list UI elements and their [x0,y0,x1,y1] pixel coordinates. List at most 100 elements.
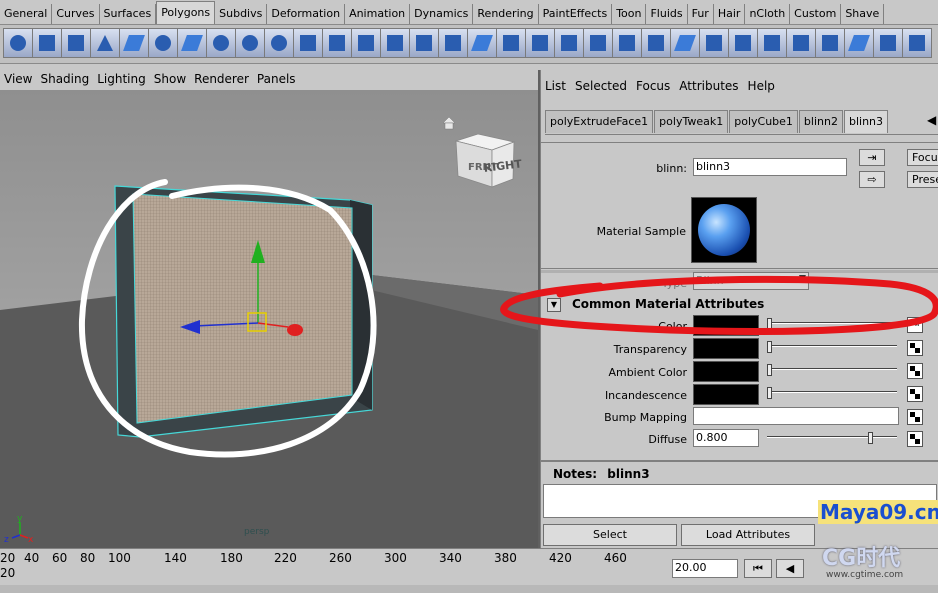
ae-menu-selected[interactable]: Selected [571,79,632,97]
transfer-button[interactable] [902,28,932,58]
collapse-button[interactable] [728,28,758,58]
merge-button[interactable] [699,28,729,58]
automatic-mapping-button[interactable] [786,28,816,58]
average-vertices-button[interactable] [438,28,468,58]
poly-pipe-button[interactable] [206,28,236,58]
shelf-tab-ncloth[interactable]: nCloth [745,4,791,24]
bevel-button[interactable] [641,28,671,58]
viewport-scene[interactable]: FRNT RIGHT y z x persp [0,90,538,548]
shelf-tab-general[interactable]: General [0,4,53,24]
diffuse-slider-thumb[interactable] [868,432,873,444]
poly-prism-button[interactable] [177,28,207,58]
booleans-button[interactable] [380,28,410,58]
transparency-slider[interactable] [767,345,897,347]
uv-texture-editor-button[interactable] [844,28,874,58]
shelf-tab-dynamics[interactable]: Dynamics [410,4,474,24]
wedge-button[interactable] [757,28,787,58]
incandescence-swatch[interactable] [693,384,759,405]
tab-polytweak1[interactable]: polyTweak1 [654,110,729,133]
shelf-tab-painteffects[interactable]: PaintEffects [539,4,613,24]
shelf-tab-polygons[interactable]: Polygons [156,1,216,24]
shelf-tab-hair[interactable]: Hair [714,4,746,24]
ambient-color-slider[interactable] [767,368,897,370]
offset-edge-loop-button[interactable] [583,28,613,58]
smooth-button[interactable] [409,28,439,58]
shelf-tab-fluids[interactable]: Fluids [646,4,688,24]
bridge-button[interactable] [467,28,497,58]
combine-button[interactable] [293,28,323,58]
split-polygon-button[interactable] [525,28,555,58]
extract-button[interactable] [351,28,381,58]
ambient-color-slider-thumb[interactable] [767,364,772,376]
bump-mapping-map-button[interactable] [907,409,923,425]
shelf-tab-toon[interactable]: Toon [612,4,647,24]
select-button[interactable]: Select [543,524,677,546]
shelf-tab-deformation[interactable]: Deformation [267,4,346,24]
tab-blinn2[interactable]: blinn2 [798,110,843,133]
viewport-menu-renderer[interactable]: Renderer [190,70,253,90]
shelf-tab-custom[interactable]: Custom [790,4,842,24]
poly-cone-button[interactable] [90,28,120,58]
duplicate-face-button[interactable] [670,28,700,58]
fill-hole-button[interactable] [496,28,526,58]
poly-plane-button[interactable] [119,28,149,58]
load-attributes-button[interactable]: Load Attributes [681,524,815,546]
poly-cube-object[interactable] [114,185,373,438]
go-to-start-button[interactable]: ⏮ [744,559,772,578]
viewport-menu-view[interactable]: View [0,70,36,90]
time-slider[interactable]: 20 40 60 80 100 140 180 220 260 300 340 380 420 460 2… [0,548,938,593]
poly-cube-button[interactable] [32,28,62,58]
bump-mapping-field[interactable] [693,407,899,425]
separate-button[interactable] [322,28,352,58]
shelf-tab-shave[interactable]: Shave [841,4,885,24]
focus-button[interactable]: Focus [907,149,938,166]
current-time-field[interactable]: 20.00 [672,559,738,578]
ae-menu-list[interactable]: List [541,79,571,97]
extrude-button[interactable] [612,28,642,58]
planar-mapping-button[interactable] [815,28,845,58]
shelf-tab-animation[interactable]: Animation [345,4,411,24]
transparency-slider-thumb[interactable] [767,341,772,353]
focus-output-arrow-button[interactable]: ⇨ [859,171,885,188]
presets-button[interactable]: Presets [907,171,938,188]
shelf-tab-rendering[interactable]: Rendering [473,4,539,24]
incandescence-map-button[interactable] [907,386,923,402]
diffuse-map-button[interactable] [907,431,923,447]
tab-polycube1[interactable]: polyCube1 [729,110,798,133]
time-ruler[interactable]: 20 40 60 80 100 140 180 220 260 300 340 380 420 460 [0,551,670,567]
diffuse-field[interactable]: 0.800 [693,429,759,447]
shelf-tab-surfaces[interactable]: Surfaces [100,4,157,24]
viewport-menu-show[interactable]: Show [150,70,190,90]
shelf-tab-curves[interactable]: Curves [52,4,100,24]
poly-sphere-button[interactable] [3,28,33,58]
tab-blinn3[interactable]: blinn3 [843,110,889,133]
incandescence-slider-thumb[interactable] [767,387,772,399]
focus-input-arrow-button[interactable]: ⇥ [859,149,885,166]
node-name-field[interactable]: blinn3 [693,158,847,176]
transparency-map-button[interactable] [907,340,923,356]
ambient-color-map-button[interactable] [907,363,923,379]
shelf-tab-subdivs[interactable]: Subdivs [215,4,268,24]
ambient-color-swatch[interactable] [693,361,759,382]
poly-helix-button[interactable] [235,28,265,58]
ae-menu-focus[interactable]: Focus [632,79,675,97]
material-sample-swatch[interactable] [691,197,757,263]
insert-edge-loop-button[interactable] [554,28,584,58]
move-x-handle[interactable] [287,324,303,336]
checker-button[interactable] [873,28,903,58]
viewport-menu-shading[interactable]: Shading [36,70,93,90]
extruded-face[interactable] [132,193,353,424]
incandescence-slider[interactable] [767,391,897,393]
shelf-tab-fur[interactable]: Fur [688,4,714,24]
ae-menu-help[interactable]: Help [744,79,780,97]
perspective-viewport[interactable]: View Shading Lighting Show Renderer Panels [0,70,540,548]
poly-cylinder-button[interactable] [61,28,91,58]
tab-polyextrudeface1[interactable]: polyExtrudeFace1 [545,110,654,133]
step-back-button[interactable]: ◀ [776,559,804,578]
poly-soccer-ball-button[interactable] [264,28,294,58]
poly-torus-button[interactable] [148,28,178,58]
viewport-menu-lighting[interactable]: Lighting [93,70,150,90]
viewport-menu-panels[interactable]: Panels [253,70,300,90]
ae-menu-attributes[interactable]: Attributes [675,79,743,97]
diffuse-slider[interactable] [767,436,897,438]
